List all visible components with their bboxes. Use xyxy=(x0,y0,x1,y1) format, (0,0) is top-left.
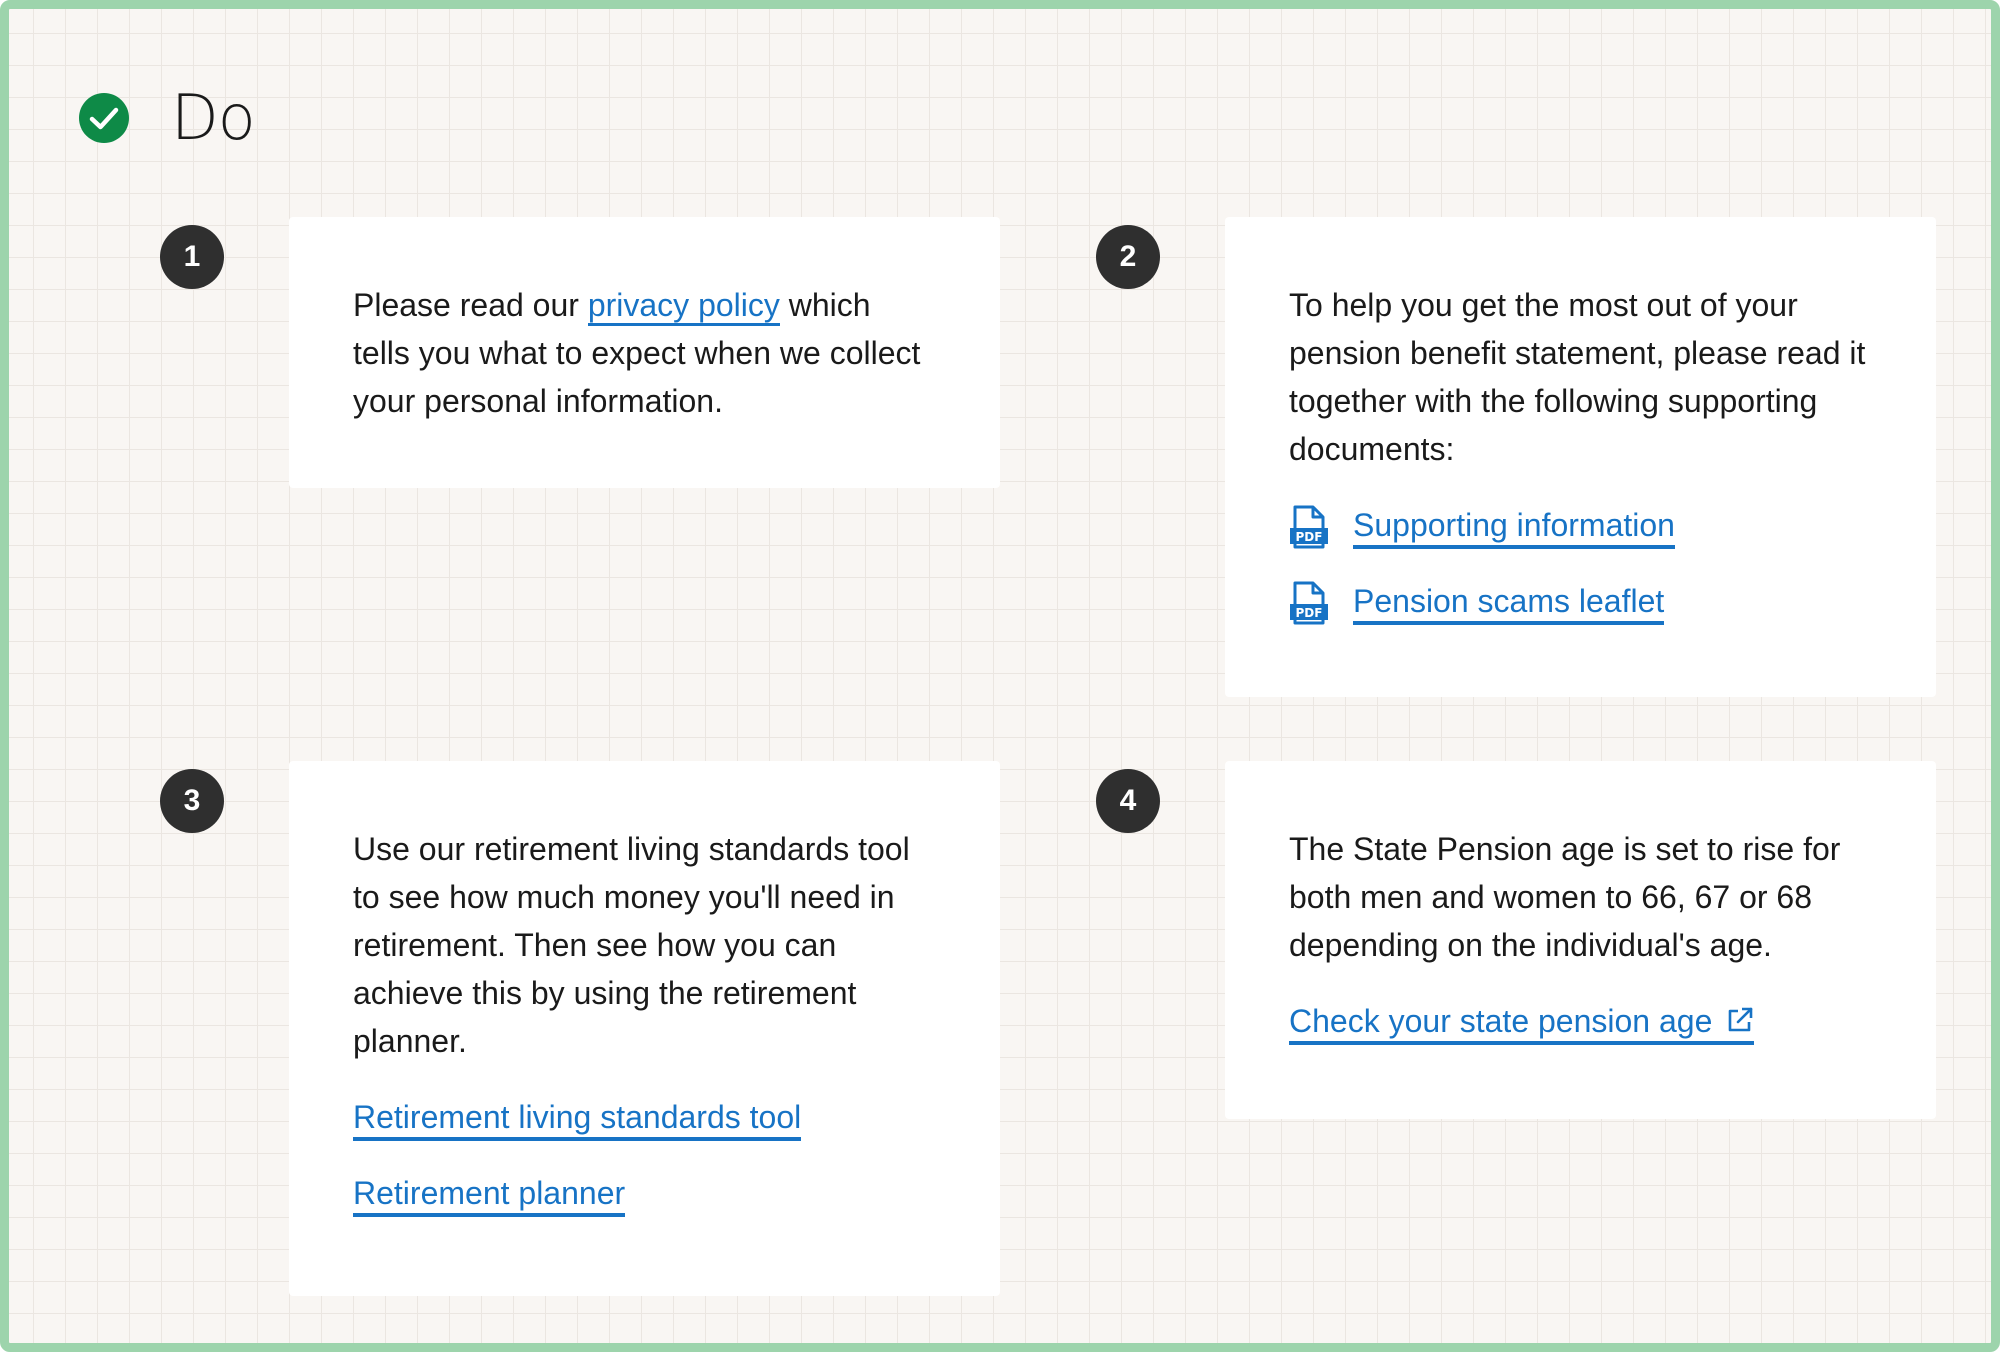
card-privacy-policy: Please read our privacy policy which tel… xyxy=(289,217,1000,488)
do-heading: Do xyxy=(79,81,256,154)
supporting-information-row: PDF Supporting information xyxy=(1289,505,1872,549)
retirement-planner-link[interactable]: Retirement planner xyxy=(353,1173,626,1217)
retirement-living-standards-tool-link[interactable]: Retirement living standards tool xyxy=(353,1097,802,1141)
check-circle-icon xyxy=(79,92,129,143)
check-state-pension-age-label: Check your state pension age xyxy=(1289,1003,1713,1039)
card-2-text: To help you get the most out of your pen… xyxy=(1289,287,1866,467)
pdf-file-icon: PDF xyxy=(1290,581,1328,625)
retirement-living-standards-row: Retirement living standards tool xyxy=(353,1097,936,1141)
card-4-text: The State Pension age is set to rise for… xyxy=(1289,831,1841,963)
step-badge-3: 3 xyxy=(160,769,224,833)
svg-text:PDF: PDF xyxy=(1296,606,1323,620)
retirement-planner-row: Retirement planner xyxy=(353,1173,936,1217)
supporting-information-link[interactable]: Supporting information xyxy=(1353,505,1675,549)
step-badge-4: 4 xyxy=(1096,769,1160,833)
card-supporting-documents: To help you get the most out of your pen… xyxy=(1225,217,1936,697)
pension-scams-leaflet-row: PDF Pension scams leaflet xyxy=(1289,581,1872,625)
card-1-text-before: Please read our xyxy=(353,287,588,323)
card-3-text: Use our retirement living standards tool… xyxy=(353,831,910,1059)
pension-scams-leaflet-link[interactable]: Pension scams leaflet xyxy=(1353,581,1665,625)
step-badge-2: 2 xyxy=(1096,225,1160,289)
svg-text:PDF: PDF xyxy=(1296,530,1323,544)
card-retirement-tools: Use our retirement living standards tool… xyxy=(289,761,1000,1296)
step-badge-1: 1 xyxy=(160,225,224,289)
check-state-pension-age-link[interactable]: Check your state pension age xyxy=(1289,1001,1755,1045)
heading-title: Do xyxy=(171,81,256,154)
card-1-text: Please read our privacy policy which tel… xyxy=(353,281,936,425)
external-link-icon xyxy=(1729,1007,1753,1032)
card-state-pension-age: The State Pension age is set to rise for… xyxy=(1225,761,1936,1119)
privacy-policy-link[interactable]: privacy policy xyxy=(587,287,780,326)
pdf-file-icon: PDF xyxy=(1290,505,1328,549)
do-example-panel: Do 1 Please read our privacy policy whic… xyxy=(0,0,2000,1352)
state-pension-age-row: Check your state pension age xyxy=(1289,1001,1872,1045)
